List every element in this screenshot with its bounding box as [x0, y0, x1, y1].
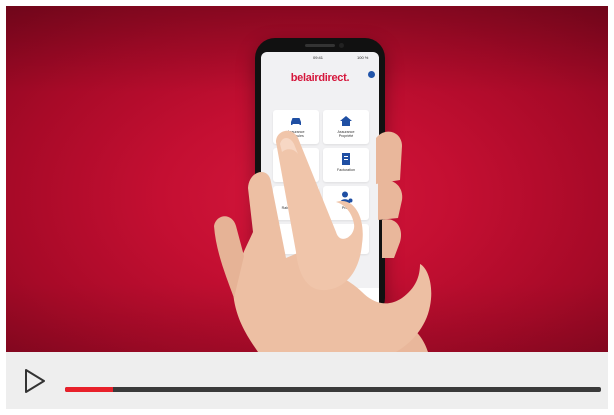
player-controls — [6, 352, 608, 409]
play-icon[interactable] — [21, 367, 49, 395]
progress-fill — [65, 387, 114, 392]
progress-track[interactable] — [65, 387, 601, 392]
video-player: 09:41 100 % belairdirect. Assurance Véhi… — [6, 6, 608, 409]
video-frame[interactable]: 09:41 100 % belairdirect. Assurance Véhi… — [6, 6, 608, 352]
hand-illustration — [214, 130, 432, 352]
